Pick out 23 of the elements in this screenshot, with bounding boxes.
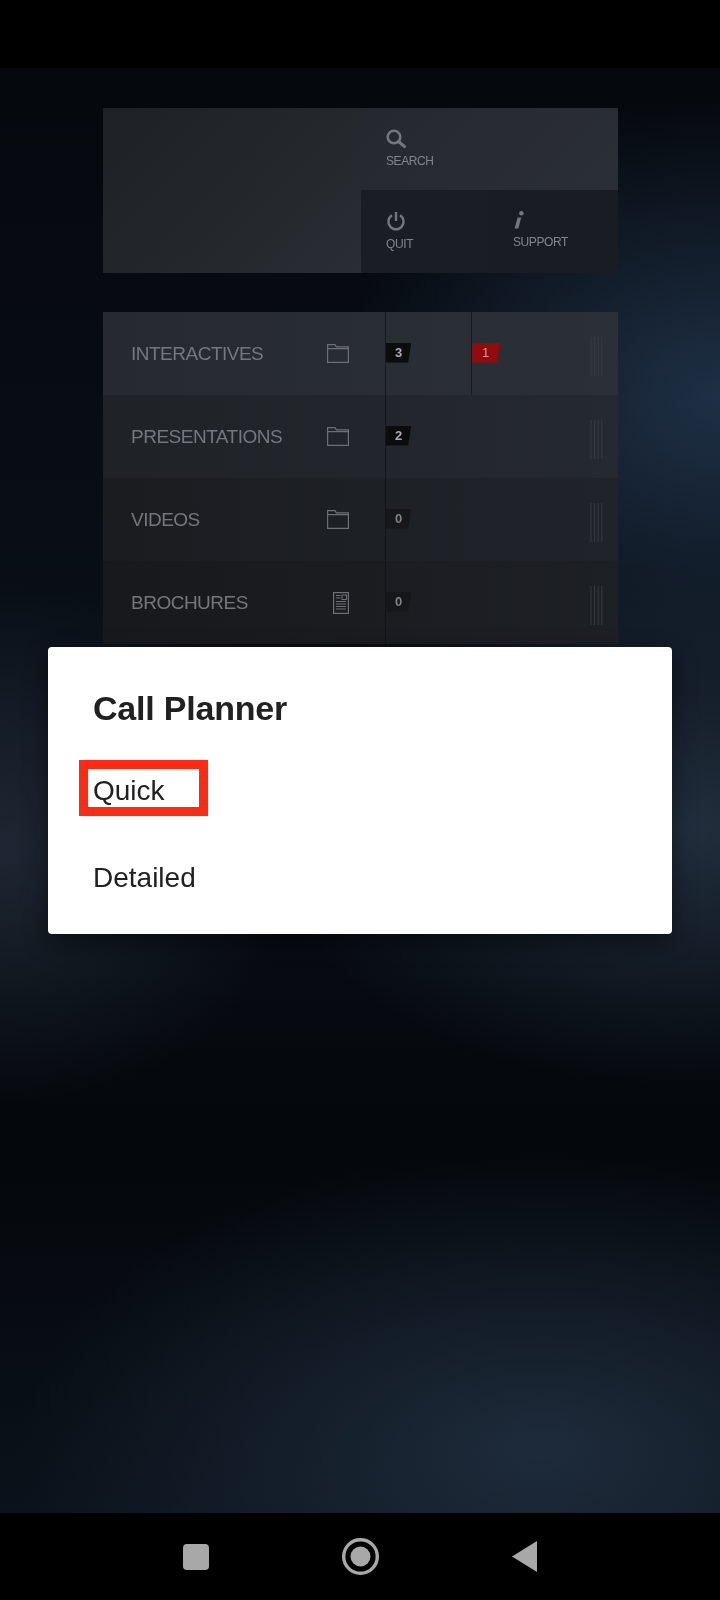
drag-handle-icon[interactable] [590,586,603,625]
count-badge: 3 [386,342,412,363]
power-icon [386,211,406,231]
search-button[interactable]: SEARCH [361,108,618,190]
option-item[interactable]: Detailed [79,847,239,903]
folder-icon [327,344,349,363]
info-icon [513,211,524,229]
category-button[interactable]: BROCHURES [103,561,386,644]
support-button[interactable]: SUPPORT [488,190,618,273]
option-item[interactable]: Quick [79,760,208,816]
folder-icon [327,510,349,529]
document-icon [333,591,349,614]
quit-button[interactable]: QUIT [361,190,488,273]
count-badge: 0 [386,508,412,529]
square-icon[interactable] [183,1543,209,1570]
home-icon[interactable] [342,1538,379,1575]
folder-icon [327,427,349,446]
count-badge: 2 [386,425,412,446]
count-badge: 0 [386,591,412,612]
back-icon[interactable] [512,1541,537,1572]
dialog-title: Call Planner [93,688,288,728]
search-icon [386,129,406,148]
alert-badge: 1 [472,342,501,363]
